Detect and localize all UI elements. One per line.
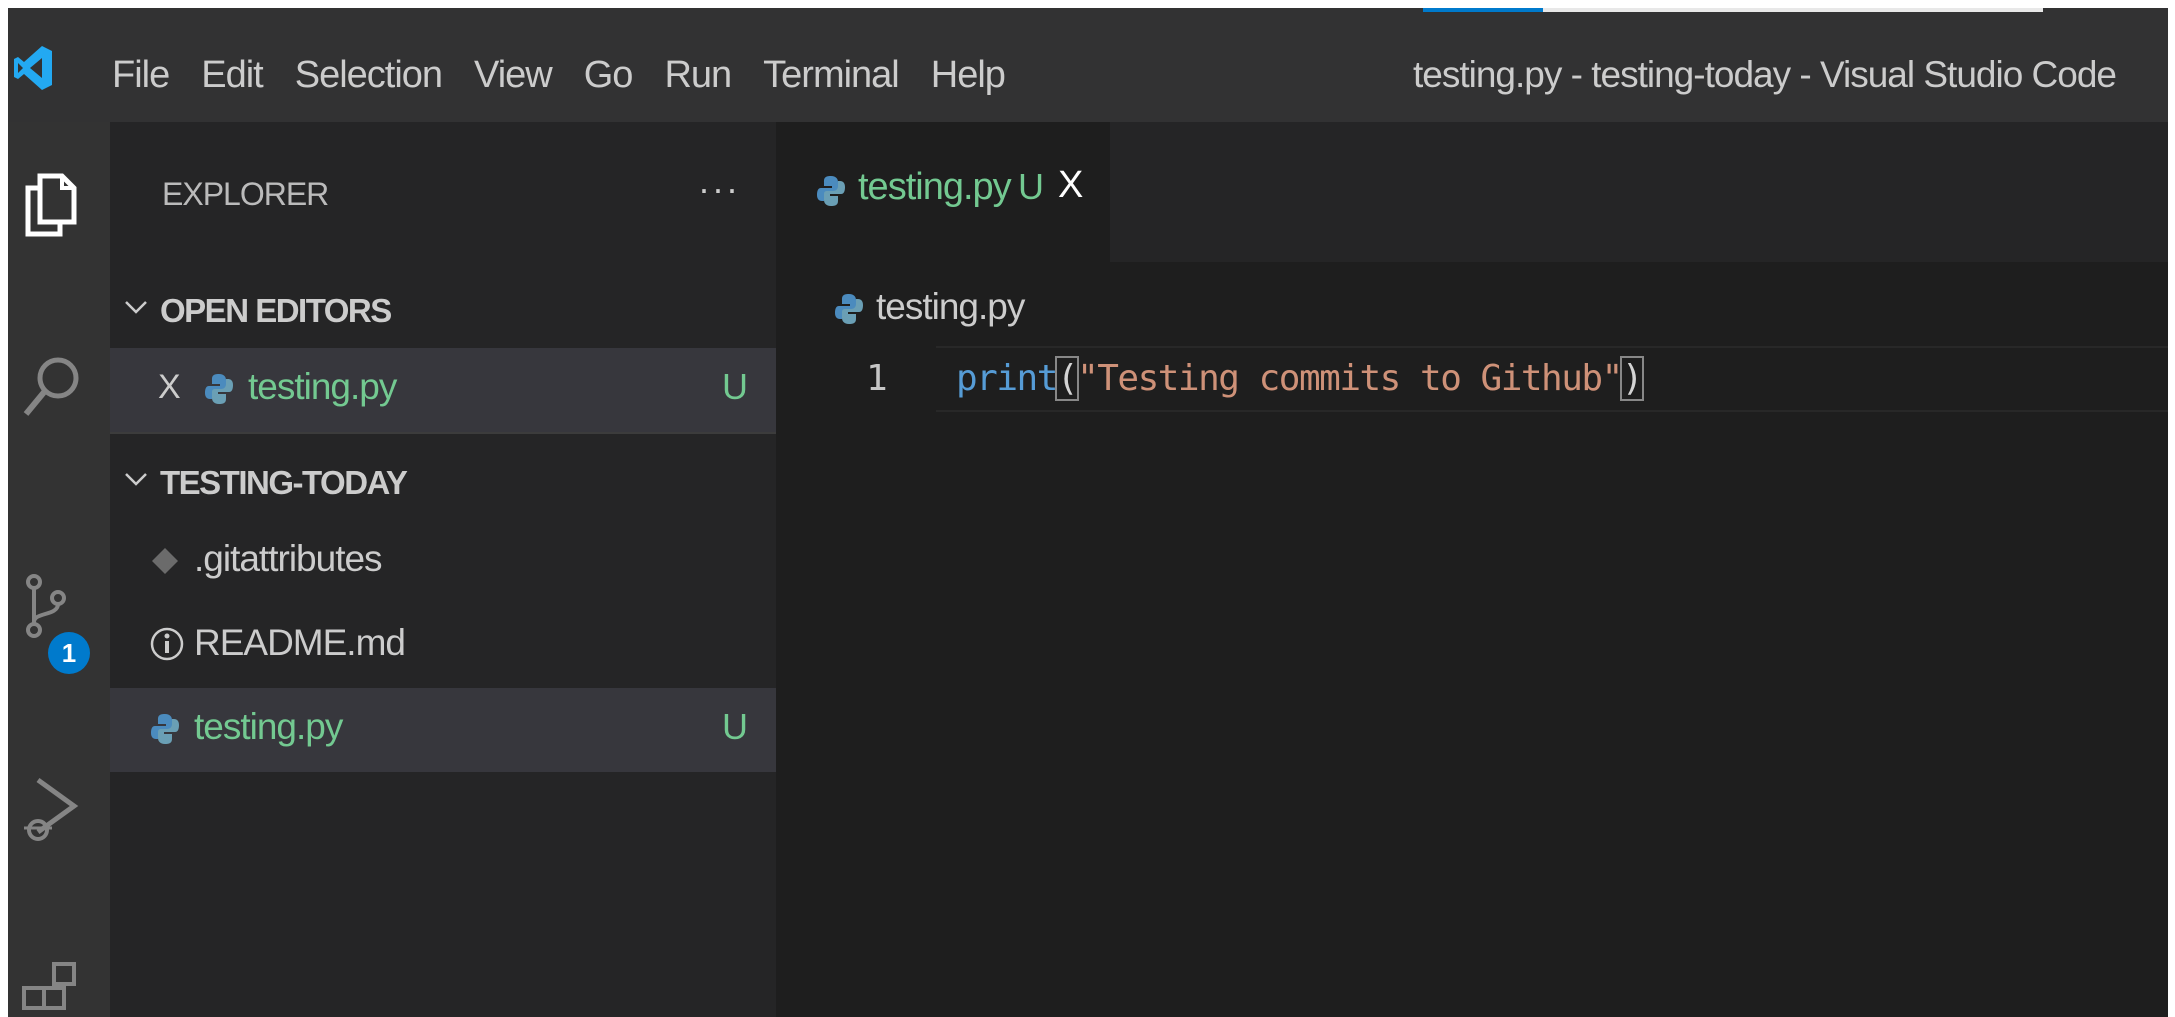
chevron-down-icon [125,473,147,486]
untracked-status: U [722,366,748,407]
source-control-badge: 1 [48,632,90,674]
search-icon[interactable] [18,352,88,422]
code-string: "Testing commits to Github" [1077,358,1623,399]
explorer-icon[interactable] [18,168,88,238]
code-close-paren: ) [1619,356,1644,401]
editor-area: testing.py U X testing.py 1 print("Testi… [776,122,2168,1017]
menu-selection[interactable]: Selection [279,46,458,104]
tab-untracked-status: U [1018,166,1044,207]
menu-go[interactable]: Go [568,46,649,104]
line-number: 1 [866,358,888,399]
file-item-readme[interactable]: README.md [110,604,776,688]
more-actions-button[interactable]: ··· [698,168,740,210]
code-open-paren: ( [1054,356,1080,401]
section-divider [110,432,776,434]
folder-section[interactable]: TESTING-TODAY [110,452,776,516]
run-debug-icon[interactable] [18,772,88,842]
close-editor-icon[interactable]: X [158,368,181,407]
python-icon [835,294,863,324]
menu-file[interactable]: File [96,46,185,104]
explorer-title: EXPLORER [162,176,329,212]
vscode-window: File Edit Selection View Go Run Terminal… [8,8,2168,1017]
window-title: testing.py - testing-today - Visual Stud… [1413,54,2117,95]
menu-edit[interactable]: Edit [185,46,278,104]
file-name: testing.py [194,706,343,747]
file-name: .gitattributes [194,538,383,579]
menu-terminal[interactable]: Terminal [747,46,915,104]
python-icon [151,714,179,744]
activity-bar: 1 [8,122,110,1017]
file-item-testing[interactable]: testing.py U [110,688,776,772]
chevron-down-icon [125,301,147,314]
menu-run[interactable]: Run [648,46,747,104]
tab-label: testing.py [858,166,1012,208]
folder-label: TESTING-TODAY [160,464,408,501]
explorer-sidebar: EXPLORER ··· OPEN EDITORS X testing.py U… [110,122,776,1017]
python-icon [817,176,845,206]
menu-help[interactable]: Help [915,46,1021,104]
open-editors-section[interactable]: OPEN EDITORS [110,280,776,344]
git-diamond-icon [152,548,178,574]
python-icon [205,374,233,404]
menu-bar: File Edit Selection View Go Run Terminal… [96,46,1021,104]
info-icon [150,627,184,661]
code-line[interactable]: print("Testing commits to Github") [956,356,1644,401]
title-highlight-line [1543,8,2043,12]
open-editor-name: testing.py [248,366,397,407]
editor-tabs: testing.py U X [776,122,2168,262]
top-border [0,0,2175,8]
breadcrumb-file[interactable]: testing.py [876,286,1025,328]
close-tab-icon[interactable]: X [1058,164,1083,207]
untracked-status: U [722,706,748,747]
title-bar: File Edit Selection View Go Run Terminal… [8,8,2168,122]
file-item-gitattributes[interactable]: .gitattributes [110,520,776,604]
tab-testing-py[interactable]: testing.py U X [776,122,1110,262]
vscode-logo-icon [14,46,52,90]
open-editor-item[interactable]: X testing.py U [110,348,776,432]
title-accent-line [1423,8,1543,12]
file-name: README.md [194,622,406,663]
explorer-header: EXPLORER ··· [110,168,776,228]
menu-view[interactable]: View [458,46,568,104]
extensions-icon[interactable] [18,958,88,1017]
source-control-icon[interactable] [18,572,88,642]
open-editors-label: OPEN EDITORS [160,292,392,329]
code-function: print [956,358,1058,399]
